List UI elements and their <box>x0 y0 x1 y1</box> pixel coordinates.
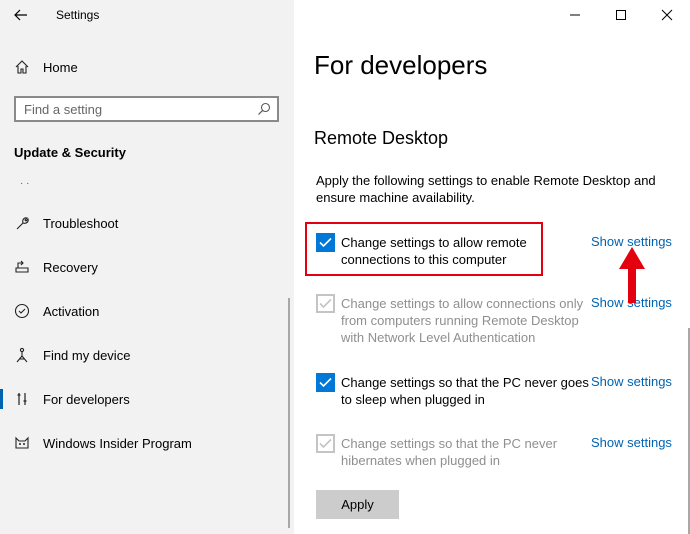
option-label: Change settings so that the PC never hib… <box>341 436 558 468</box>
search-icon[interactable] <box>257 102 271 116</box>
checkbox-nla-only[interactable] <box>316 294 335 313</box>
sidebar-item-windows-insider[interactable]: Windows Insider Program <box>0 425 294 461</box>
active-indicator <box>0 389 3 409</box>
sidebar-item-activation[interactable]: Activation <box>0 293 294 329</box>
option-label: Change settings so that the PC never goe… <box>341 375 589 407</box>
show-settings-link[interactable]: Show settings <box>591 374 672 389</box>
wrench-icon <box>14 215 30 231</box>
checkmark-icon <box>319 298 332 309</box>
sidebar-item-label: Troubleshoot <box>43 216 119 231</box>
sidebar-item-home[interactable]: Home <box>0 52 294 82</box>
sidebar-item-label: For developers <box>43 392 130 407</box>
activation-check-icon <box>14 303 30 319</box>
back-button[interactable] <box>10 5 32 25</box>
checkbox-never-hibernate[interactable] <box>316 434 335 453</box>
section-heading: Remote Desktop <box>314 128 449 148</box>
checkmark-icon <box>319 438 332 449</box>
close-button[interactable] <box>644 0 690 30</box>
maximize-button[interactable] <box>598 0 644 30</box>
apply-button[interactable]: Apply <box>316 490 399 519</box>
checkbox-never-sleep[interactable] <box>316 373 335 392</box>
sidebar-item-label: Home <box>43 59 78 75</box>
truncated-item: · · <box>20 178 30 189</box>
sidebar-item-label: Find my device <box>43 348 131 363</box>
sidebar-item-for-developers[interactable]: For developers <box>0 381 294 417</box>
section-title: Update & Security <box>14 145 126 160</box>
maximize-icon <box>616 10 626 20</box>
window-controls <box>552 0 690 30</box>
sidebar-item-label: Windows Insider Program <box>43 436 192 451</box>
sidebar-item-find-my-device[interactable]: Find my device <box>0 337 294 373</box>
checkmark-icon <box>319 377 332 388</box>
sidebar: Settings Home Update & Security · · Trou… <box>0 0 294 534</box>
search-box[interactable] <box>14 96 279 122</box>
app-title: Settings <box>56 8 100 22</box>
insider-cat-icon <box>14 435 30 451</box>
show-settings-link[interactable]: Show settings <box>591 435 672 450</box>
titlebar-left: Settings <box>0 0 294 30</box>
sidebar-scrollbar[interactable] <box>288 298 290 528</box>
annotation-arrow-icon <box>619 247 645 303</box>
search-input[interactable] <box>24 100 254 118</box>
home-icon <box>14 59 30 75</box>
developer-tools-icon <box>14 391 30 407</box>
minimize-button[interactable] <box>552 0 598 30</box>
sidebar-item-troubleshoot[interactable]: Troubleshoot <box>0 205 294 241</box>
sidebar-item-recovery[interactable]: Recovery <box>0 249 294 285</box>
page-title: For developers <box>314 50 488 80</box>
close-icon <box>661 9 673 21</box>
option-label: Change settings to allow connections onl… <box>341 296 584 345</box>
sidebar-item-label: Activation <box>43 304 100 319</box>
sidebar-item-label: Recovery <box>43 260 98 275</box>
highlight-box <box>305 222 543 276</box>
find-device-icon <box>14 347 30 363</box>
back-arrow-icon <box>14 9 27 21</box>
section-description: Apply the following settings to enable R… <box>316 173 656 205</box>
minimize-icon <box>570 14 580 16</box>
recovery-icon <box>14 259 30 275</box>
